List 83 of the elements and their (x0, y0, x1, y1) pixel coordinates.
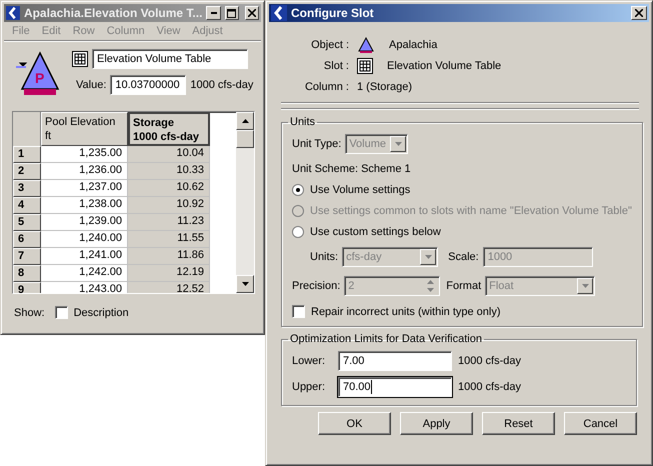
minimize-button[interactable] (206, 6, 221, 20)
table-icon (72, 51, 88, 67)
dialog-button[interactable]: OK (318, 412, 391, 435)
info-label: Object : (310, 39, 350, 51)
slot-name-field[interactable]: Elevation Volume Table (92, 49, 248, 69)
close-icon (248, 9, 256, 17)
close-button[interactable] (631, 6, 647, 20)
info-value: Apalachia (389, 39, 438, 51)
scale-label: Scale: (448, 251, 479, 263)
down-arrow-icon (242, 282, 248, 286)
table-cell: 1,242.00 (41, 265, 128, 282)
table-cell: 1,236.00 (41, 163, 128, 180)
row-header[interactable]: 7 (13, 248, 41, 265)
limit-unit: 1000 cfs-day (458, 355, 521, 367)
dialog-button[interactable]: Reset (482, 412, 555, 435)
column-header[interactable]: Pool Elevation ft (41, 112, 128, 146)
table-icon (357, 58, 373, 74)
dialog-button[interactable]: Apply (400, 412, 473, 435)
unit-type-label: Unit Type: (292, 138, 342, 150)
row-header[interactable]: 2 (13, 163, 41, 180)
table-cell: 10.04 (128, 146, 210, 163)
info-value: Elevation Volume Table (387, 60, 502, 72)
group-title: Units (289, 116, 316, 128)
row-header[interactable]: 5 (13, 214, 41, 231)
table-cell: 1,240.00 (41, 231, 128, 248)
info-value: 1 (Storage) (357, 81, 412, 93)
window-title: Apalachia.Elevation Volume T... (24, 6, 202, 20)
radio-option[interactable]: Use custom settings below (292, 226, 632, 238)
app-logo-icon (271, 5, 287, 21)
maximize-icon (227, 8, 236, 18)
row-header[interactable]: 4 (13, 197, 41, 214)
format-label: Format (446, 280, 482, 292)
limit-unit: 1000 cfs-day (458, 381, 521, 393)
up-arrow-icon (242, 119, 248, 123)
info-label: Column : (304, 81, 350, 93)
unit-scheme-text: Unit Scheme: Scheme 1 (292, 163, 412, 175)
value-label: Value: (76, 79, 106, 91)
caret-icon (582, 284, 589, 288)
limit-field[interactable]: 70.00 (338, 377, 452, 397)
description-checkbox[interactable]: Description (54, 306, 129, 319)
table-cell: 10.92 (128, 197, 210, 214)
value-field[interactable]: 10.03700000 (110, 75, 186, 95)
table-cell: 12.19 (128, 265, 210, 282)
radio-option[interactable]: Use Volume settings (292, 184, 632, 196)
value-unit: 1000 cfs-day (190, 79, 254, 91)
table-cell: 10.33 (128, 163, 210, 180)
table-cell: 12.52 (128, 282, 210, 293)
units-label: Units: (310, 251, 338, 263)
minimize-icon (210, 12, 217, 14)
table-cell: 11.86 (128, 248, 210, 265)
show-label: Show: (14, 306, 45, 318)
table-cell: 1,235.00 (41, 146, 128, 163)
limit-label: Upper: (292, 381, 326, 393)
info-label: Slot : (322, 60, 350, 72)
table-cell: 10.62 (128, 180, 210, 197)
table-cell: 11.55 (128, 231, 210, 248)
row-header[interactable]: 6 (13, 231, 41, 248)
row-header[interactable]: 1 (13, 146, 41, 163)
table-cell: 1,239.00 (41, 214, 128, 231)
maximize-button[interactable] (224, 6, 239, 20)
limit-label: Lower: (292, 355, 326, 367)
caret-icon (394, 142, 402, 146)
column-header[interactable]: Storage 1000 cfs-day (128, 112, 210, 146)
table-cell: 1,237.00 (41, 180, 128, 197)
limit-field[interactable]: 7.00 (338, 351, 452, 371)
table-cell: 1,238.00 (41, 197, 128, 214)
row-header[interactable]: 8 (13, 265, 41, 282)
app-logo-icon (6, 5, 20, 21)
reservoir-icon (357, 36, 375, 54)
scrollbar-thumb[interactable] (236, 130, 254, 148)
scrollbar[interactable] (236, 112, 254, 293)
dialog-button[interactable]: Cancel (564, 412, 637, 435)
row-header[interactable]: 9 (13, 282, 41, 293)
repair-checkbox[interactable]: Repair incorrect units (within type only) (292, 305, 632, 318)
table-cell: 11.23 (128, 214, 210, 231)
table-cell: 1,241.00 (41, 248, 128, 265)
group-title: Optimization Limits for Data Verification (289, 333, 483, 345)
precision-label: Precision: (292, 280, 340, 292)
row-header[interactable]: 3 (13, 180, 41, 197)
caret-icon (424, 255, 432, 259)
window-title: Configure Slot (291, 6, 375, 20)
close-icon (635, 9, 643, 17)
close-button[interactable] (244, 6, 259, 20)
